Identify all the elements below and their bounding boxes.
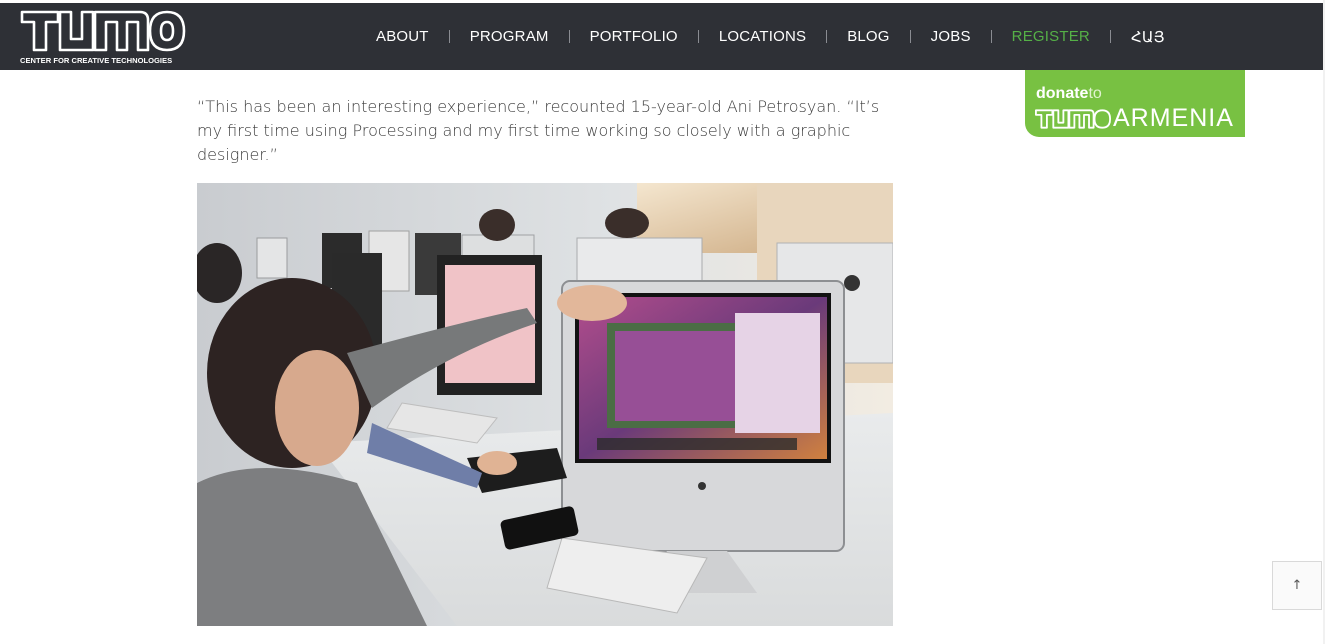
logo-tagline: CENTER FOR CREATIVE TECHNOLOGIES <box>20 56 173 65</box>
article-quote-paragraph: “This has been an interesting experience… <box>197 97 880 164</box>
donate-brand-line: ARMENIA <box>1035 104 1234 133</box>
nav-jobs[interactable]: JOBS <box>911 28 991 45</box>
nav-locations[interactable]: LOCATIONS <box>699 28 826 45</box>
donate-word: donate <box>1036 85 1089 102</box>
donate-caption: donateto <box>1036 85 1102 103</box>
tumo-small-logo <box>1035 108 1111 129</box>
nav-about[interactable]: ABOUT <box>356 28 449 45</box>
donate-to-word: to <box>1088 85 1102 102</box>
arrow-up-icon: ↑ <box>1291 578 1303 593</box>
site-header: CENTER FOR CREATIVE TECHNOLOGIES ABOUT P… <box>0 3 1325 70</box>
main-nav: ABOUT PROGRAM PORTFOLIO LOCATIONS BLOG J… <box>356 3 1185 70</box>
tumo-logo-mark <box>20 10 186 52</box>
tumo-logo[interactable]: CENTER FOR CREATIVE TECHNOLOGIES <box>20 9 186 67</box>
article-photo <box>197 183 893 626</box>
donate-banner[interactable]: donateto ARMENIA <box>1025 70 1245 137</box>
nav-language-switch[interactable]: ՀԱՅ <box>1111 28 1185 46</box>
nav-program[interactable]: PROGRAM <box>450 28 569 45</box>
donate-location: ARMENIA <box>1113 104 1234 132</box>
classroom-photo <box>197 183 893 626</box>
back-to-top-button[interactable]: ↑ <box>1272 561 1322 610</box>
nav-register[interactable]: REGISTER <box>992 28 1110 45</box>
nav-portfolio[interactable]: PORTFOLIO <box>570 28 698 45</box>
nav-blog[interactable]: BLOG <box>827 28 909 45</box>
